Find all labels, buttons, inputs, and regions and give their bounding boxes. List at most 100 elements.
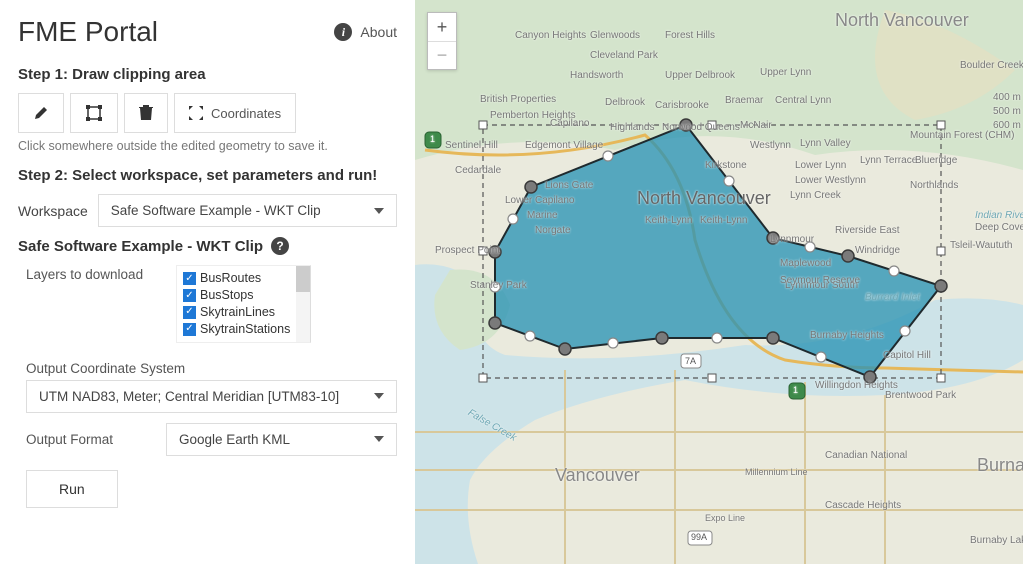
place-label: Prospect Point [435,245,500,256]
place-label: Maplewood [780,258,831,269]
step2-heading: Step 2: Select workspace, set parameters… [18,167,397,184]
map-canvas[interactable]: North Vancouver North Vancouver Vancouve… [415,0,1023,564]
help-icon[interactable]: ? [271,237,289,255]
layer-item[interactable]: ✓SkytrainLines [183,304,290,321]
place-label: Burnaby Heights [810,330,884,341]
place-label: Deep Cove [975,222,1023,233]
place-label: Westlynn [750,140,791,151]
workspace-selected: Safe Software Example - WKT Clip [111,203,321,218]
place-label: Norgate [535,225,571,236]
place-label: Norwood Queens [662,122,740,133]
place-label: Marine [527,210,558,221]
place-label: Lions Gate [545,180,593,191]
layers-label: Layers to download [26,265,156,282]
place-label: Lynn Valley [800,138,851,149]
checkbox-icon: ✓ [183,306,196,319]
output-crs-value: UTM NAD83, Meter; Central Meridian [UTM8… [39,389,339,404]
place-label: Burnal [977,455,1023,476]
place-label: Lower Capilano [505,195,575,206]
place-label: Cascade Heights [825,500,901,511]
place-label: Seymour Reserve [780,275,860,286]
pencil-icon [33,105,49,121]
coordinates-button[interactable]: Coordinates [174,93,296,133]
drawing-toolbar: Coordinates [18,93,397,133]
place-label: North Vancouver [637,188,771,209]
place-label: Forest Hills [665,30,715,41]
workspace-label: Workspace [18,203,88,219]
place-label: Indian River [975,210,1023,221]
output-format-value: Google Earth KML [179,432,290,447]
layer-item[interactable]: ✓BusRoutes [183,270,290,287]
place-label: Handsworth [570,70,623,81]
place-label: Lynn Creek [790,190,841,201]
place-label: McNair [740,120,772,131]
place-label: North Vancouver [835,10,969,31]
place-label: Brentwood Park [885,390,956,401]
chevron-down-icon [374,393,384,399]
place-label: Blueridge [915,155,957,166]
zoom-out-button[interactable]: − [428,41,456,69]
trash-icon [139,105,153,121]
place-label: Stanley Park [470,280,527,291]
hwy-label: 7A [685,356,696,366]
output-format-select[interactable]: Google Earth KML [166,423,397,456]
place-label: Carisbrooke [655,100,709,111]
about-label: About [360,24,397,40]
zoom-control: + − [427,12,457,70]
place-label: Windridge [855,245,900,256]
place-label: Upper Delbrook [665,70,735,81]
workspace-select[interactable]: Safe Software Example - WKT Clip [98,194,397,227]
coordinates-label: Coordinates [211,106,281,121]
place-label: Boulder Creek [960,60,1023,71]
place-label: Canadian National [825,450,907,461]
place-label: Sentinel Hill [445,140,498,151]
place-label: Tsleil-Waututh [950,240,1012,251]
checkbox-icon: ✓ [183,323,196,336]
edit-vertices-button[interactable] [70,93,118,133]
run-button[interactable]: Run [26,470,118,508]
draw-pencil-button[interactable] [18,93,64,133]
place-label: Delbrook [605,97,645,108]
place-label: Riverside East [835,225,899,236]
place-label: Capilano [550,118,589,129]
vertices-icon [85,104,103,122]
place-label: Capitol Hill [883,350,931,361]
hwy-label: 1 [793,385,798,395]
place-label: Mountain Forest (CHM) [910,130,1014,141]
page-title: FME Portal [18,16,158,48]
workspace-title: Safe Software Example - WKT Clip [18,238,263,255]
place-label: Highlands [610,122,654,133]
output-crs-select[interactable]: UTM NAD83, Meter; Central Meridian [UTM8… [26,380,397,413]
place-label: Glenwoods [590,30,640,41]
layer-item[interactable]: ✓BusStops [183,287,290,304]
place-label: 500 m [993,106,1021,117]
zoom-in-button[interactable]: + [428,13,456,41]
place-label: Burnaby Lake [970,535,1023,546]
place-label: Northlands [910,180,958,191]
delete-button[interactable] [124,93,168,133]
place-label: Lower Lynn [795,160,846,171]
info-icon: i [334,23,352,41]
place-label: Braemar [725,95,763,106]
checkbox-icon: ✓ [183,289,196,302]
hwy-label: 99A [691,532,707,542]
place-label: 600 m [993,120,1021,131]
transit-label: Expo Line [705,513,745,523]
transit-label: Millennium Line [745,467,808,477]
about-link[interactable]: i About [334,23,397,41]
layer-item[interactable]: ✓SkytrainStations [183,321,290,338]
output-crs-label: Output Coordinate System [26,361,397,376]
place-label: Lower Westlynn [795,175,866,186]
place-label: Lynn Terrace [860,155,917,166]
place-label: British Properties [480,94,556,105]
place-label: Canyon Heights [515,30,586,41]
place-label: Cleveland Park [590,50,658,61]
chevron-down-icon [374,208,384,214]
output-format-label: Output Format [26,432,126,447]
step1-heading: Step 1: Draw clipping area [18,66,397,83]
layers-listbox[interactable]: ✓BusRoutes ✓BusStops ✓SkytrainLines ✓Sky… [176,265,311,343]
place-label: Central Lynn [775,95,831,106]
place-label: Keith-Lynn [700,215,747,226]
layers-scrollbar[interactable] [296,266,310,342]
place-label: 400 m [993,92,1021,103]
